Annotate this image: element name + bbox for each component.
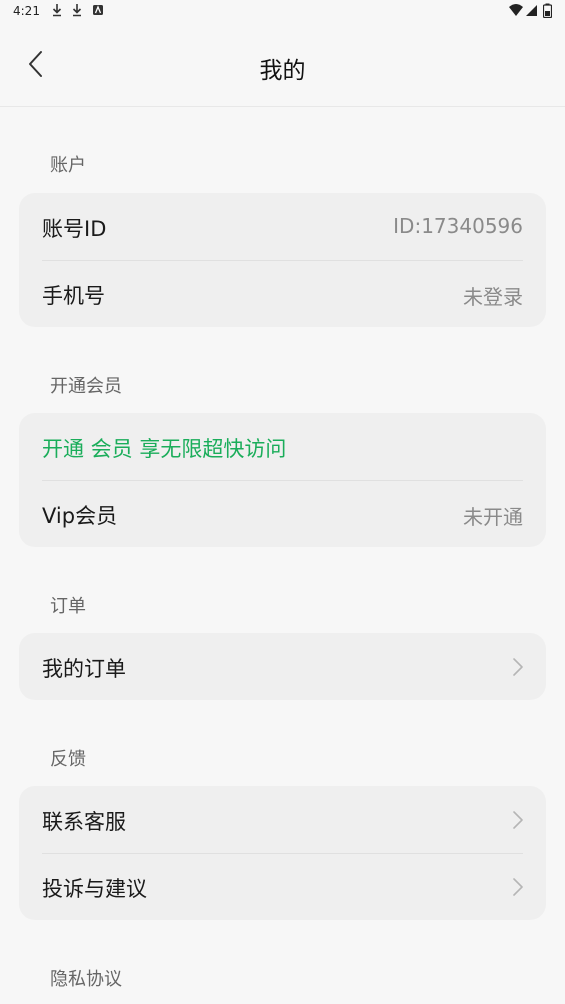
- orders-card: 我的订单: [19, 633, 546, 700]
- section-label-feedback: 反馈: [50, 749, 86, 770]
- account-id-value: ID:17340596: [393, 214, 523, 238]
- app-notification-icon: [93, 5, 103, 15]
- my-orders-label: 我的订单: [42, 657, 126, 681]
- phone-row[interactable]: 手机号 未登录: [19, 260, 546, 327]
- status-time: 4:21: [13, 4, 40, 18]
- account-id-label: 账号ID: [42, 217, 107, 241]
- phone-label: 手机号: [42, 284, 105, 308]
- vip-card: 开通 会员 享无限超快访问 Vip会员 未开通: [19, 413, 546, 547]
- section-label-account: 账户: [50, 155, 86, 176]
- vip-promo-label: 开通 会员 享无限超快访问: [42, 437, 287, 461]
- account-id-row[interactable]: 账号ID ID:17340596: [19, 193, 546, 260]
- vip-status-row[interactable]: Vip会员 未开通: [19, 480, 546, 547]
- account-card: 账号ID ID:17340596 手机号 未登录: [19, 193, 546, 327]
- section-label-orders: 订单: [50, 596, 86, 617]
- complaint-row[interactable]: 投诉与建议: [19, 853, 546, 920]
- complaint-label: 投诉与建议: [42, 877, 147, 901]
- download-icon: [72, 4, 82, 17]
- my-orders-row[interactable]: 我的订单: [19, 633, 546, 700]
- vip-status-value: 未开通: [463, 505, 523, 529]
- download-icon: [52, 4, 62, 17]
- page-title: 我的: [259, 58, 306, 84]
- chevron-right-icon: [513, 811, 523, 829]
- status-bar: 4:21: [0, 0, 565, 24]
- vip-promo-row[interactable]: 开通 会员 享无限超快访问: [19, 413, 546, 480]
- vip-status-label: Vip会员: [42, 504, 118, 528]
- feedback-card: 联系客服 投诉与建议: [19, 786, 546, 920]
- chevron-right-icon: [513, 878, 523, 896]
- contact-service-label: 联系客服: [42, 810, 126, 834]
- wifi-icon: [509, 4, 523, 16]
- signal-icon: [526, 5, 537, 16]
- section-label-privacy: 隐私协议: [50, 969, 122, 990]
- chevron-right-icon: [513, 658, 523, 676]
- battery-icon: [543, 3, 552, 18]
- phone-value: 未登录: [463, 285, 523, 309]
- app-header: 我的: [0, 24, 565, 107]
- contact-service-row[interactable]: 联系客服: [19, 786, 546, 853]
- section-label-vip: 开通会员: [50, 376, 122, 397]
